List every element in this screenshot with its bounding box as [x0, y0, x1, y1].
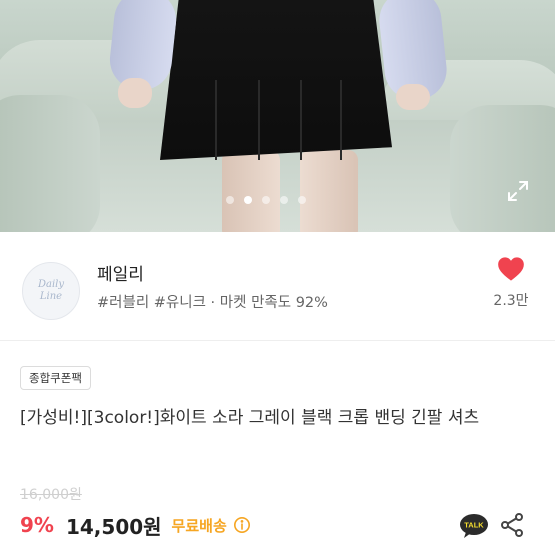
original-price: 16,000원: [20, 487, 82, 503]
product-title: [가성비!][3color!]화이트 소라 그레이 블랙 크롭 밴딩 긴팔 셔츠: [20, 408, 480, 428]
info-icon[interactable]: [233, 516, 251, 534]
section-divider: [0, 340, 555, 341]
avatar-text-line1: Daily: [37, 279, 65, 290]
avatar-text-line2: Line: [39, 291, 63, 302]
carousel-dot-active[interactable]: [244, 196, 252, 204]
price-row: 9% 14,500원 무료배송: [20, 510, 251, 540]
seller-row[interactable]: Daily Line 페일리 #러블리 #유니크 · 마켓 만족도 92% 2.…: [0, 232, 555, 340]
discount-rate: 9%: [20, 513, 54, 537]
carousel-indicator: [226, 196, 306, 204]
photo-sofa-arm-right: [450, 105, 555, 232]
share-icon[interactable]: [499, 512, 525, 538]
photo-pleat: [215, 80, 217, 160]
photo-hand-right: [396, 84, 430, 110]
expand-icon[interactable]: [506, 179, 530, 203]
product-image[interactable]: [0, 0, 555, 232]
like-count: 2.3만: [493, 293, 529, 309]
free-shipping-label: 무료배송: [171, 516, 227, 535]
carousel-dot[interactable]: [262, 196, 270, 204]
photo-leg-left: [222, 150, 280, 232]
photo-pleat: [300, 80, 302, 160]
photo-sofa-arm-left: [0, 95, 100, 232]
svg-text:TALK: TALK: [464, 521, 484, 530]
seller-avatar[interactable]: Daily Line: [22, 262, 80, 320]
photo-hand-left: [118, 78, 152, 108]
seller-tags: #러블리 #유니크 · 마켓 만족도 92%: [97, 295, 328, 311]
photo-pleat: [258, 80, 260, 160]
coupon-badge: 종합쿠폰팩: [20, 366, 91, 390]
carousel-dot[interactable]: [298, 196, 306, 204]
seller-name[interactable]: 페일리: [97, 260, 144, 285]
photo-pleat: [340, 80, 342, 160]
carousel-dot[interactable]: [280, 196, 288, 204]
sale-price: 14,500원: [65, 514, 162, 539]
carousel-dot[interactable]: [226, 196, 234, 204]
photo-skirt: [160, 0, 392, 160]
talk-icon[interactable]: TALK: [459, 513, 489, 539]
heart-icon[interactable]: [497, 256, 525, 282]
photo-leg-right: [300, 150, 358, 232]
